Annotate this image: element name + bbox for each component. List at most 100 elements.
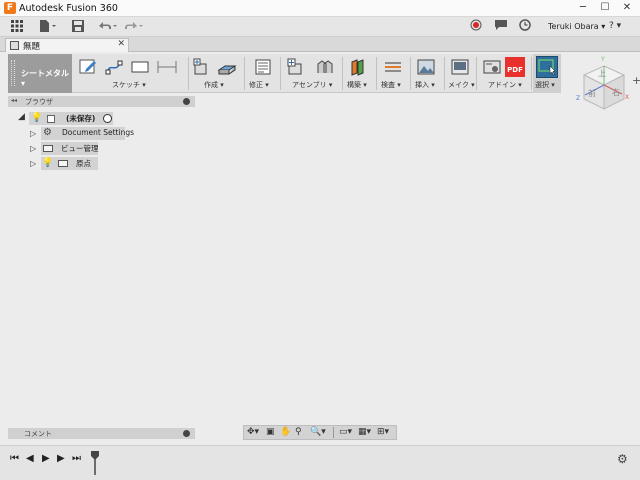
select-group[interactable]: 選択 ▾: [533, 54, 561, 93]
addins-group-label: アドイン ▾: [488, 81, 522, 89]
make-group[interactable]: メイク ▾: [446, 54, 475, 93]
extrude-icon[interactable]: [216, 58, 238, 76]
timeline-last-button[interactable]: ⏭: [72, 453, 81, 464]
expand-arrow-icon[interactable]: ▷: [30, 144, 36, 153]
3d-print-icon[interactable]: [450, 58, 470, 76]
close-tab-button[interactable]: ✕: [117, 39, 125, 49]
pan-hand-icon[interactable]: ✋: [280, 427, 291, 437]
timeline-play-button[interactable]: ▶: [42, 453, 50, 464]
view-cube[interactable]: 上 前 右 Y X Z: [575, 56, 633, 116]
document-tab[interactable]: 無題 ✕: [5, 38, 129, 52]
create-sketch-icon[interactable]: [78, 58, 98, 76]
browser-title: ブラウザ: [25, 98, 53, 106]
zoom-window-icon[interactable]: ⚲: [295, 427, 302, 437]
grid-settings-icon[interactable]: ▦▾: [358, 427, 371, 437]
look-at-icon[interactable]: ▣: [266, 427, 275, 437]
help-menu[interactable]: ? ▾: [609, 21, 621, 31]
display-settings-icon[interactable]: ▭▾: [339, 427, 352, 437]
job-status-clock-icon[interactable]: [518, 19, 532, 35]
tree-item-label: 原点: [76, 159, 91, 168]
expand-arrow-icon[interactable]: ▷: [30, 159, 36, 168]
timeline-first-button[interactable]: ⏮: [10, 453, 19, 464]
chat-icon[interactable]: [493, 19, 509, 35]
sketch-group[interactable]: スケッチ ▾: [74, 54, 188, 93]
toolbar-separator: [188, 57, 189, 90]
undo-icon[interactable]: [96, 19, 118, 35]
visibility-bulb-icon[interactable]: 💡: [31, 113, 42, 123]
maximize-button[interactable]: ☐: [596, 1, 614, 15]
window-title-bar: F Autodesk Fusion 360 ─ ☐ ✕: [0, 0, 640, 17]
close-window-button[interactable]: ✕: [618, 1, 636, 15]
joint-icon[interactable]: [315, 58, 335, 76]
fusion-window: F Autodesk Fusion 360 ─ ☐ ✕ Teruki Obara…: [0, 0, 640, 480]
measure-icon[interactable]: [383, 58, 403, 76]
browser-pin-icon[interactable]: [183, 98, 190, 105]
timeline-next-button[interactable]: ▶: [57, 453, 65, 464]
grid-icon[interactable]: [8, 19, 26, 35]
modify-group[interactable]: 修正 ▾: [246, 54, 278, 93]
rectangle-icon[interactable]: [130, 58, 150, 76]
tree-item-named-views[interactable]: ▷ ビュー管理: [14, 142, 194, 155]
timeline-settings-gear-icon[interactable]: ⚙: [617, 452, 628, 466]
root-component-label: (未保存): [66, 114, 96, 123]
window-title: Autodesk Fusion 360: [19, 3, 118, 14]
new-component-icon[interactable]: [286, 58, 306, 76]
record-icon[interactable]: [469, 19, 483, 35]
addins-group[interactable]: PDF アドイン ▾: [478, 54, 530, 93]
activate-radio-icon[interactable]: [103, 114, 112, 123]
expand-arrow-icon[interactable]: ▷: [30, 129, 36, 138]
inspect-group[interactable]: 検査 ▾: [378, 54, 408, 93]
visibility-bulb-off-icon[interactable]: 💡: [42, 158, 53, 168]
sketch-dimension-icon[interactable]: [156, 58, 178, 76]
new-body-icon[interactable]: [192, 58, 212, 76]
insert-image-icon[interactable]: [416, 58, 436, 76]
zoom-icon[interactable]: 🔍▾: [310, 427, 326, 437]
viewcube-top-face[interactable]: 上: [598, 68, 606, 79]
offset-plane-icon[interactable]: [349, 58, 369, 76]
redo-icon[interactable]: [122, 19, 144, 35]
toolbar-separator: [444, 57, 445, 90]
tree-item-label: Document Settings: [62, 128, 135, 137]
browser-panel-header[interactable]: ◂◂ ブラウザ: [8, 96, 195, 107]
comments-panel-header[interactable]: コメント: [8, 428, 195, 439]
insert-group-label: 挿入 ▾: [415, 81, 435, 89]
viewcube-right-face[interactable]: 右: [612, 87, 620, 98]
toolbar-separator: [342, 57, 343, 90]
make-group-label: メイク ▾: [448, 81, 475, 89]
comments-pin-icon[interactable]: [183, 430, 190, 437]
new-tab-button[interactable]: +: [632, 74, 640, 87]
file-menu-icon[interactable]: [38, 19, 58, 35]
pdf-export-icon[interactable]: PDF: [505, 57, 525, 77]
expand-arrow-icon[interactable]: ◢: [18, 112, 25, 122]
workspace-switcher[interactable]: シートメタル ▾: [8, 54, 72, 93]
construct-group[interactable]: 構築 ▾: [344, 54, 374, 93]
timeline-marker-icon[interactable]: [90, 450, 100, 476]
scripts-addins-icon[interactable]: [482, 58, 502, 76]
assemble-group[interactable]: アセンブリ ▾: [282, 54, 340, 93]
create-group[interactable]: 作成 ▾: [190, 54, 242, 93]
workspace-label: シートメタル ▾: [21, 69, 69, 88]
tree-item-origin[interactable]: ▷ 💡 原点: [14, 157, 194, 170]
minimize-button[interactable]: ─: [574, 1, 592, 15]
folder-icon: [58, 160, 68, 167]
modify-icon[interactable]: [253, 58, 273, 76]
viewcube-y-axis: Y: [601, 56, 605, 63]
viewports-icon[interactable]: ⊞▾: [377, 427, 389, 437]
orbit-icon[interactable]: ✥▾: [247, 427, 259, 437]
select-group-label: 選択 ▾: [535, 81, 555, 89]
tree-item-document-settings[interactable]: ▷ ⚙ Document Settings: [14, 127, 194, 140]
tree-root-row[interactable]: ◢ 💡 (未保存): [14, 112, 194, 125]
timeline-bar: ⏮ ◀ ▶ ▶ ⏭ ⚙: [0, 445, 640, 480]
viewcube-z-axis: Z: [576, 95, 581, 102]
timeline-previous-button[interactable]: ◀: [26, 453, 34, 464]
collapse-browser-icon[interactable]: ◂◂: [11, 97, 17, 104]
application-bar: Teruki Obara ▾ ? ▾: [0, 17, 640, 37]
insert-group[interactable]: 挿入 ▾: [412, 54, 442, 93]
modify-group-label: 修正 ▾: [249, 81, 269, 89]
toolbar-separator: [410, 57, 411, 90]
save-icon[interactable]: [70, 19, 86, 35]
user-account-menu[interactable]: Teruki Obara ▾: [548, 22, 605, 31]
viewcube-front-face[interactable]: 前: [588, 88, 596, 99]
spline-icon[interactable]: [105, 58, 125, 76]
select-icon[interactable]: [536, 56, 558, 78]
